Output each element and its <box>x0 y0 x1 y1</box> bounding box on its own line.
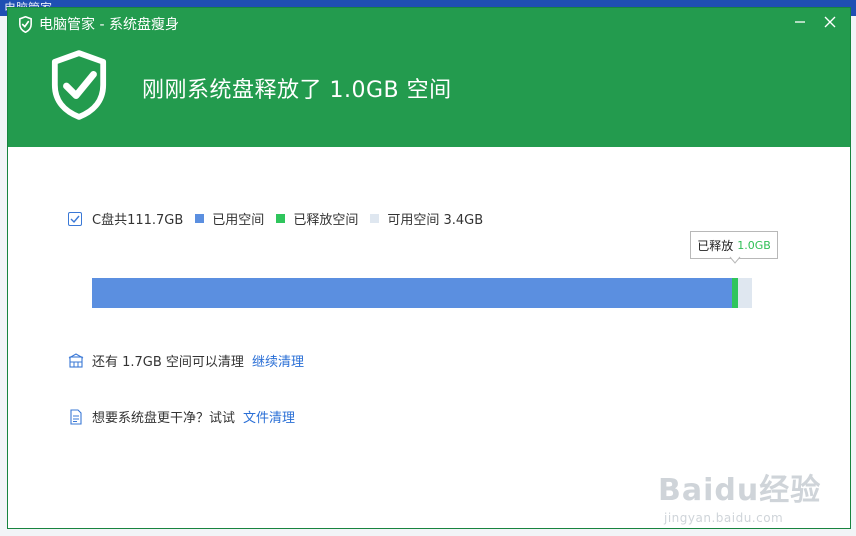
legend-freed-label: 已释放空间 <box>293 213 359 228</box>
cleanable-space-row: 还有 1.7GB 空间可以清理 继续清理 <box>68 351 304 370</box>
dialog-header: 电脑管家 - 系统盘瘦身 刚刚系统盘释放了 1.0GB 空间 <box>8 8 850 147</box>
system-disk-slimming-dialog: 电脑管家 - 系统盘瘦身 刚刚系统盘释放了 1.0GB 空间 C盘共111.7G… <box>8 8 850 528</box>
legend-available: 可用空间 3.4GB <box>370 209 483 228</box>
file-cleanup-row: 想要系统盘更干净？试试 文件清理 <box>68 407 295 426</box>
background-app-bottom-edge <box>0 528 856 536</box>
disk-usage-freed-segment <box>732 278 738 308</box>
tencent-shield-logo-icon <box>19 15 32 33</box>
close-icon <box>824 16 836 28</box>
document-icon <box>70 408 82 425</box>
disk-check-icon <box>68 211 82 226</box>
shield-check-icon <box>51 50 107 120</box>
continue-cleaning-link[interactable]: 继续清理 <box>252 351 304 370</box>
watermark-main-text: Baidu经验 <box>658 473 822 508</box>
dialog-content: C盘共111.7GB 已用空间 已释放空间 可用空间 3.4GB 已释放 1.0… <box>8 147 850 528</box>
file-cleanup-text: 想要系统盘更干净？试试 <box>92 411 236 426</box>
freed-tooltip-label: 已释放 <box>697 238 734 253</box>
dialog-titlebar: 电脑管家 - 系统盘瘦身 <box>18 15 179 33</box>
legend-freed: 已释放空间 <box>276 209 358 228</box>
background-app-right-edge <box>850 16 856 536</box>
baidu-jingyan-watermark: Baidu经验 jingyan.baidu.com <box>658 465 821 525</box>
result-headline: 刚刚系统盘释放了 1.0GB 空间 <box>142 78 452 103</box>
legend-used: 已用空间 <box>195 209 264 228</box>
window-controls <box>792 14 838 30</box>
legend-used-swatch <box>195 214 205 223</box>
disk-total: C盘共111.7GB <box>92 213 184 228</box>
dialog-title: 电脑管家 - 系统盘瘦身 <box>39 17 179 33</box>
legend-available-label: 可用空间 3.4GB <box>387 213 484 228</box>
disk-summary-row: C盘共111.7GB 已用空间 已释放空间 可用空间 3.4GB <box>68 209 483 228</box>
legend-available-swatch <box>370 214 380 223</box>
freed-tooltip-value: 1.0GB <box>737 238 771 252</box>
cleanable-space-text: 还有 1.7GB 空间可以清理 <box>92 355 244 370</box>
disk-usage-bar <box>92 278 752 308</box>
close-button[interactable] <box>822 14 838 30</box>
minimize-icon <box>795 21 805 23</box>
file-cleanup-link[interactable]: 文件清理 <box>243 407 295 426</box>
freed-tooltip-arrow <box>729 256 741 264</box>
watermark-url: jingyan.baidu.com <box>664 511 784 525</box>
disk-usage-used-segment <box>92 278 732 308</box>
legend-freed-swatch <box>276 214 286 223</box>
minimize-button[interactable] <box>792 14 808 30</box>
cleanup-building-icon <box>68 352 84 368</box>
legend-used-label: 已用空间 <box>212 213 265 228</box>
freed-tooltip: 已释放 1.0GB <box>690 231 778 259</box>
